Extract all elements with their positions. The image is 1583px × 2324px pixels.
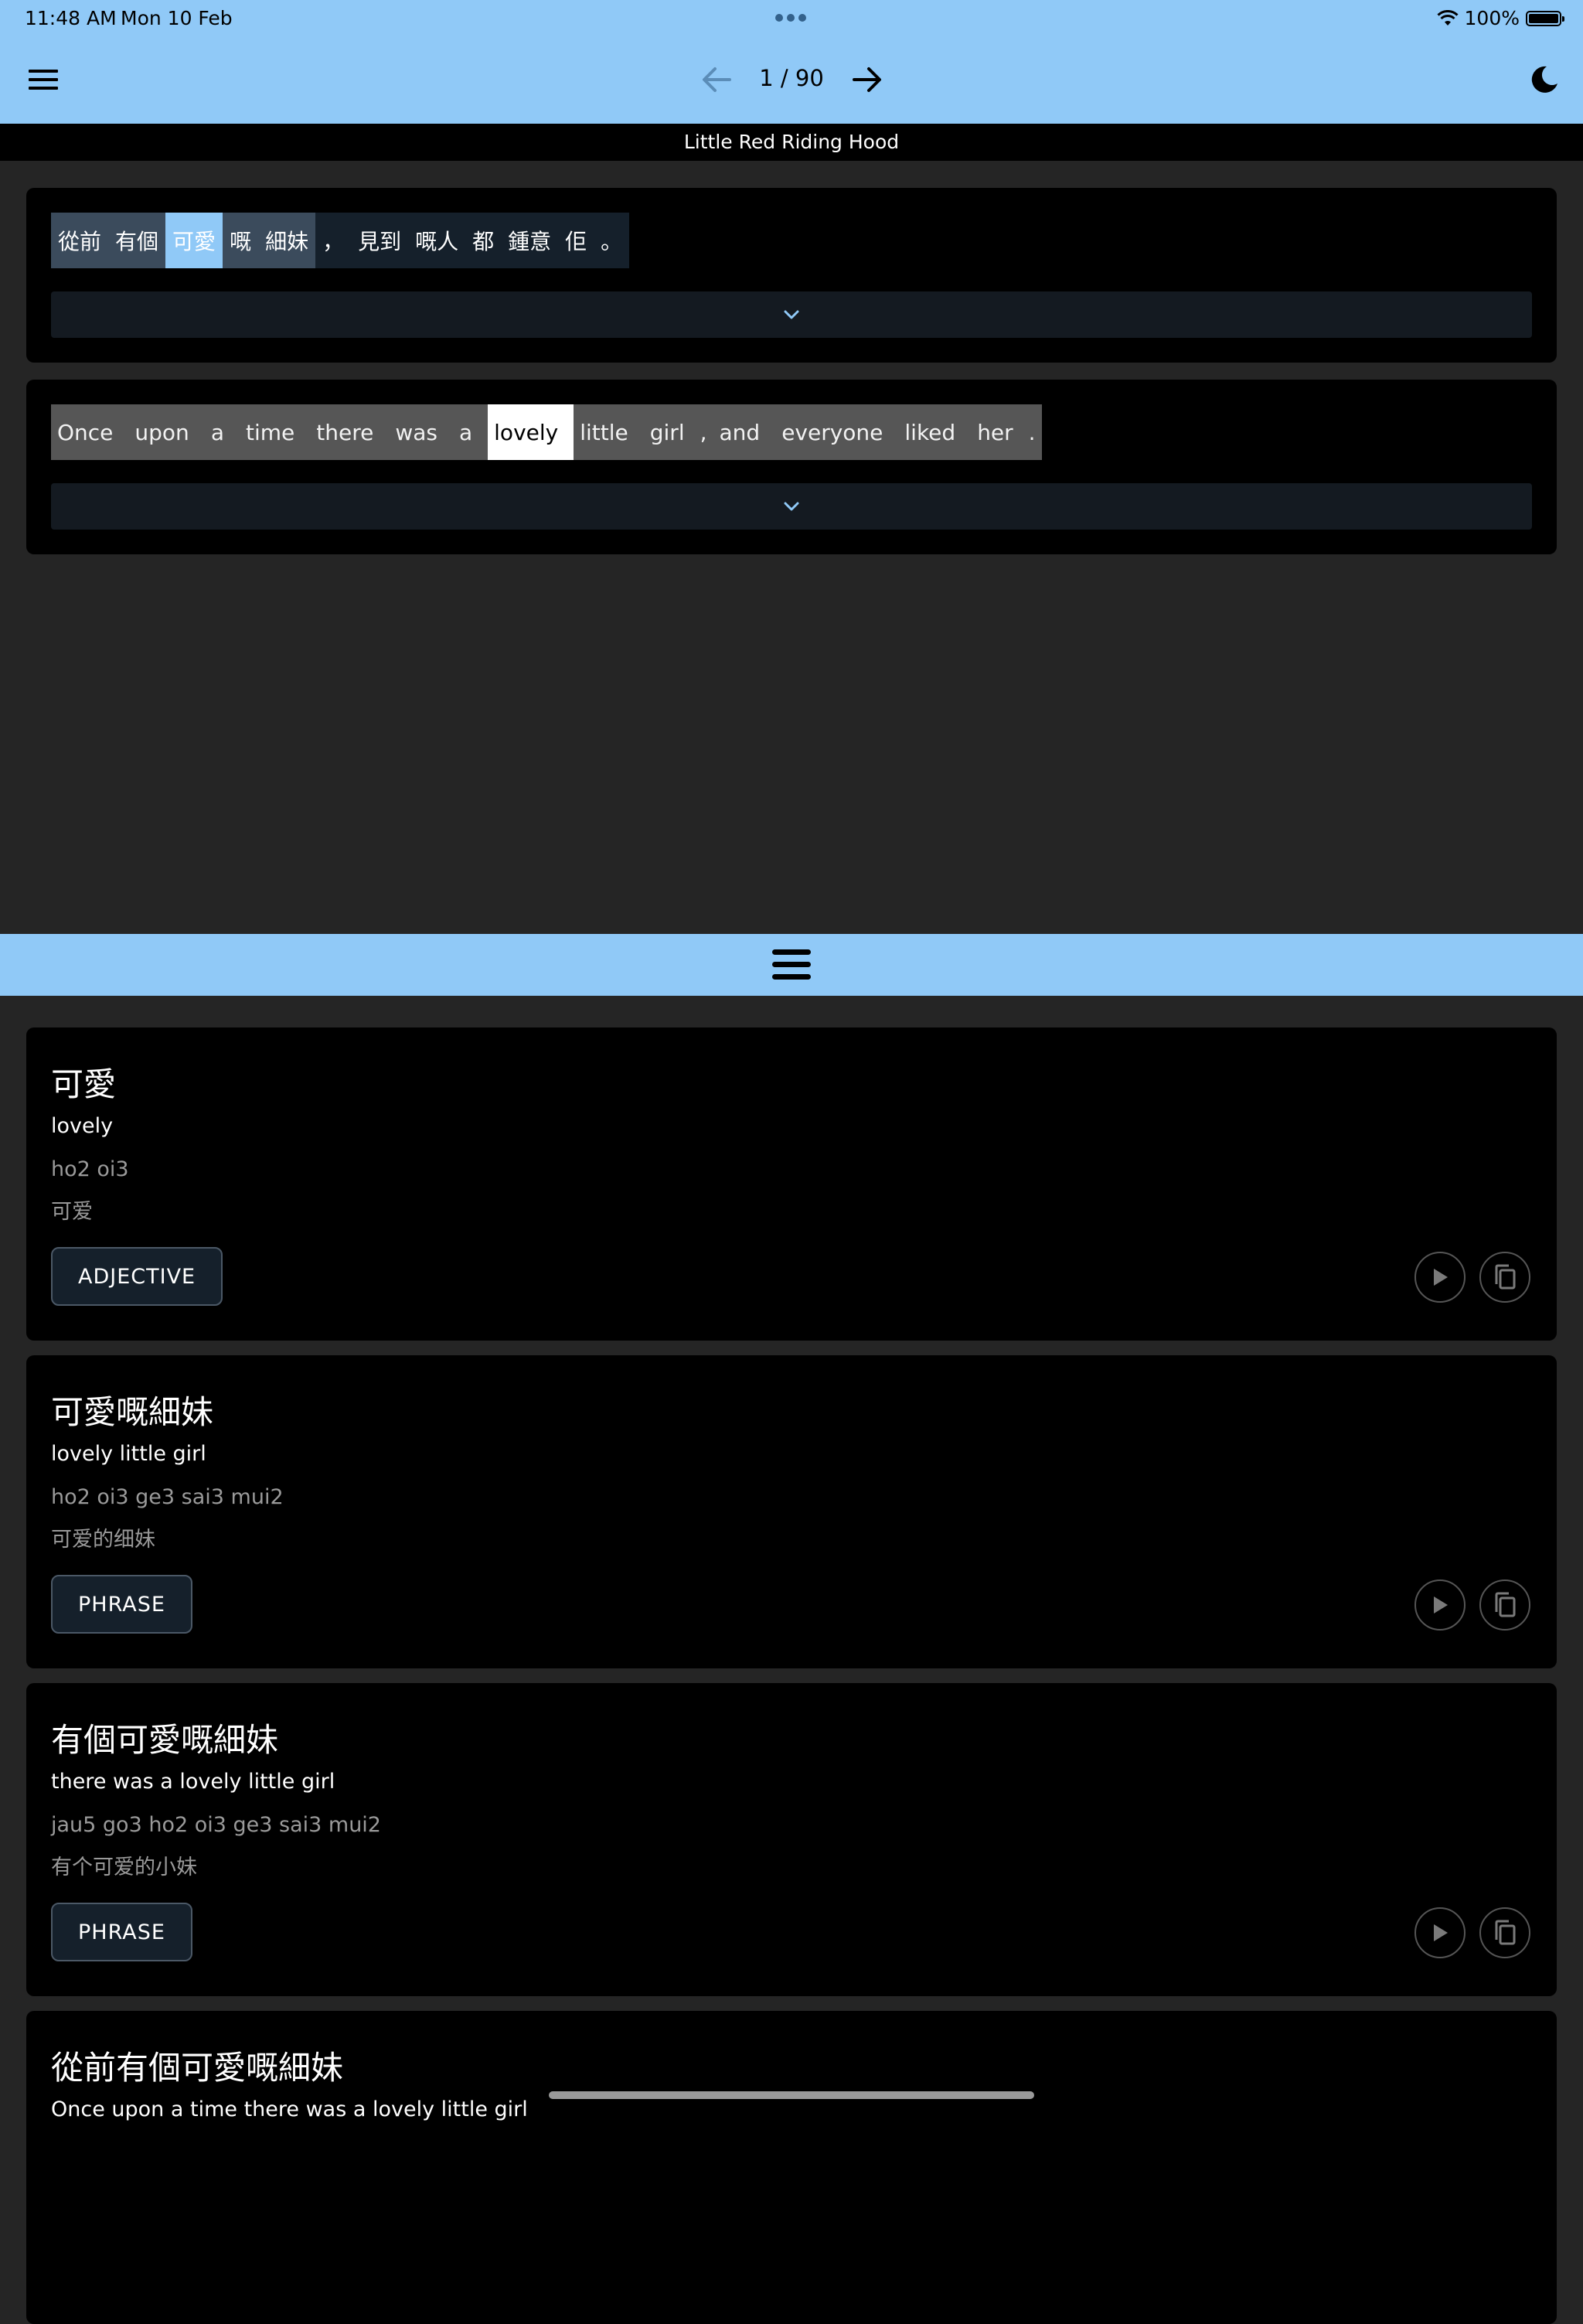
copy-icon [1495, 1592, 1516, 1617]
word-meaning: lovely [51, 1114, 114, 1138]
token[interactable]: Once [51, 404, 129, 460]
previous-page-button[interactable] [692, 60, 741, 99]
dark-mode-toggle[interactable] [1520, 60, 1569, 99]
english-token-row: Once upon a time there was a lovely litt… [51, 404, 1042, 460]
play-audio-button[interactable] [1414, 1579, 1466, 1631]
word-card: 可愛 lovely ho2 oi3 可爱 ADJECTIVE [26, 1027, 1557, 1341]
token[interactable]: girl [643, 404, 700, 460]
token[interactable]: her [971, 404, 1029, 460]
multitasking-dots-icon[interactable] [775, 14, 806, 22]
expand-cantonese-button[interactable] [51, 291, 1532, 338]
home-indicator[interactable] [549, 2091, 1034, 2099]
token[interactable]: ， [315, 213, 352, 268]
token[interactable]: 嘅 [223, 213, 259, 268]
word-card: 從前有個可愛嘅細妹 Once upon a time there was a l… [26, 2011, 1557, 2324]
token[interactable]: there [310, 404, 390, 460]
token[interactable]: 有個 [108, 213, 166, 268]
word-headword: 有個可愛嘅細妹 [51, 1721, 279, 1759]
copy-button[interactable] [1479, 1907, 1530, 1958]
token[interactable]: little [574, 404, 644, 460]
status-date: Mon 10 Feb [121, 7, 233, 29]
word-romanization: ho2 oi3 [51, 1157, 129, 1181]
cantonese-sentence-card: 從前 有個 可愛 嘅 細妹 ， 見到 嘅人 都 鍾意 佢 。 [26, 188, 1557, 363]
arrow-right-icon [853, 67, 881, 92]
play-audio-button[interactable] [1414, 1252, 1466, 1303]
word-simplified: 可爱 [51, 1200, 93, 1224]
moon-icon [1531, 66, 1557, 93]
token[interactable]: was [389, 404, 453, 460]
chevron-down-icon [784, 502, 799, 511]
word-meaning: Once upon a time there was a lovely litt… [51, 2097, 528, 2121]
token[interactable]: 都 [465, 213, 502, 268]
word-romanization: jau5 go3 ho2 oi3 ge3 sai3 mui2 [51, 1813, 381, 1837]
copy-button[interactable] [1479, 1579, 1530, 1631]
part-of-speech-button[interactable]: PHRASE [51, 1575, 192, 1634]
play-icon [1434, 1596, 1448, 1614]
next-page-button[interactable] [843, 60, 892, 99]
token[interactable]: 。 [594, 213, 630, 268]
word-card: 可愛嘅細妹 lovely little girl ho2 oi3 ge3 sai… [26, 1355, 1557, 1668]
token[interactable]: . [1028, 404, 1042, 460]
word-headword: 可愛 [51, 1065, 117, 1103]
play-icon [1434, 1924, 1448, 1941]
cantonese-token-row: 從前 有個 可愛 嘅 細妹 ， 見到 嘅人 都 鍾意 佢 。 [51, 213, 630, 268]
word-simplified: 有个可爱的小妹 [51, 1855, 197, 1879]
wifi-icon [1436, 9, 1459, 26]
status-time: 11:48 AM [25, 7, 117, 29]
token[interactable]: 嘅人 [408, 213, 466, 268]
status-bar: 11:48 AM Mon 10 Feb 100% [0, 0, 1583, 37]
chevron-down-icon [784, 310, 799, 319]
expand-english-button[interactable] [51, 483, 1532, 530]
copy-button[interactable] [1479, 1252, 1530, 1303]
battery-icon [1526, 10, 1564, 26]
token[interactable]: a [204, 404, 240, 460]
english-sentence-card: Once upon a time there was a lovely litt… [26, 380, 1557, 554]
play-audio-button[interactable] [1414, 1907, 1466, 1958]
token[interactable]: and [713, 404, 776, 460]
token[interactable]: 鍾意 [501, 213, 559, 268]
token[interactable]: time [239, 404, 311, 460]
story-title: Little Red Riding Hood [0, 124, 1583, 161]
token-selected[interactable]: lovely [488, 404, 574, 460]
token[interactable]: a [452, 404, 489, 460]
status-indicators: 100% [1436, 7, 1564, 29]
drag-handle-icon [772, 949, 811, 980]
word-meaning: lovely little girl [51, 1442, 206, 1466]
panel-resize-handle[interactable] [0, 934, 1583, 996]
part-of-speech-button[interactable]: ADJECTIVE [51, 1247, 223, 1306]
token[interactable]: , [700, 404, 713, 460]
word-meaning: there was a lovely little girl [51, 1770, 335, 1794]
app-bar: 1 / 90 [0, 37, 1583, 124]
word-headword: 可愛嘅細妹 [51, 1393, 214, 1431]
word-simplified: 可爱的细妹 [51, 1528, 155, 1552]
token[interactable]: 佢 [558, 213, 594, 268]
play-icon [1434, 1269, 1448, 1286]
copy-icon [1495, 1264, 1516, 1290]
page-counter: 1 / 90 [759, 65, 824, 91]
token[interactable]: liked [898, 404, 972, 460]
token[interactable]: 細妹 [258, 213, 316, 268]
token[interactable]: upon [128, 404, 205, 460]
word-romanization: ho2 oi3 ge3 sai3 mui2 [51, 1485, 284, 1509]
hamburger-icon [29, 70, 58, 90]
menu-button[interactable] [19, 60, 68, 99]
battery-percentage: 100% [1464, 7, 1520, 29]
token[interactable]: 見到 [351, 213, 409, 268]
token[interactable]: 從前 [51, 213, 109, 268]
copy-icon [1495, 1920, 1516, 1945]
token-selected[interactable]: 可愛 [165, 213, 223, 268]
token[interactable]: everyone [775, 404, 899, 460]
arrow-left-icon [703, 67, 731, 92]
word-card: 有個可愛嘅細妹 there was a lovely little girl j… [26, 1683, 1557, 1996]
word-headword: 從前有個可愛嘅細妹 [51, 2049, 344, 2087]
part-of-speech-button[interactable]: PHRASE [51, 1903, 192, 1961]
